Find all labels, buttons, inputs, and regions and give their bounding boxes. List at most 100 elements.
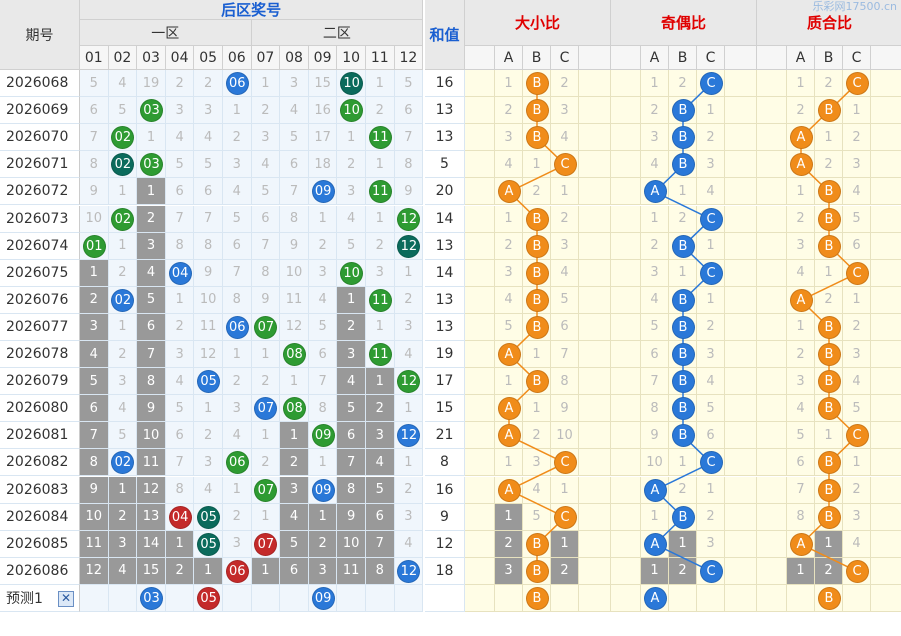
number-cell: 2 (223, 368, 252, 396)
ball-predict-s-B: B (525, 586, 549, 610)
ratio-pad (871, 178, 901, 206)
ball-number-09-2026081: 09 (311, 424, 335, 448)
ratio-pad (579, 422, 611, 450)
predict-number-cell[interactable] (394, 584, 424, 612)
ball-p-A-2026085: A (789, 532, 813, 556)
predict-ratio-cell[interactable] (697, 584, 725, 612)
number-cell: 3 (223, 395, 252, 423)
missed-count: 1 (175, 536, 184, 552)
predict-pad (465, 584, 495, 612)
missed-count-cell: 2 (80, 286, 109, 314)
ratio-cell: 2 (641, 97, 669, 125)
predict-number-cell[interactable] (223, 584, 252, 612)
missed-count-cell: 2 (137, 205, 166, 233)
ball-p-B-2026078: B (817, 343, 841, 367)
predict-close-button[interactable]: ✕ (58, 590, 74, 607)
sum-cell: 12 (425, 530, 465, 558)
missed-count-cell: 1 (337, 286, 366, 314)
predict-ratio-cell[interactable] (787, 584, 815, 612)
ratio-pad (611, 476, 641, 504)
ratio-cell: 3 (843, 503, 871, 531)
ball-p-A-2026076: A (789, 288, 813, 312)
header-number-04: 04 (165, 46, 195, 70)
predict-ratio-cell[interactable] (843, 584, 871, 612)
missed-count: 9 (89, 482, 98, 498)
header-sum: 和值 (425, 0, 465, 70)
row-period-2026085: 2026085 (0, 530, 80, 558)
header-odd-even-pad-left (611, 46, 641, 70)
predict-number-cell[interactable] (165, 584, 195, 612)
number-cell: 4 (337, 205, 366, 233)
predict-number-cell[interactable] (366, 584, 395, 612)
ball-number-03-2026069: 03 (140, 99, 163, 123)
ball-p-C-2026086: C (845, 559, 869, 583)
ratio-pad (871, 368, 901, 396)
ratio-cell: 3 (523, 449, 551, 477)
ratio-pad (611, 368, 641, 396)
missed-count: 1 (118, 482, 127, 498)
missed-count: 5 (89, 373, 98, 389)
predict-number-cell[interactable] (108, 584, 138, 612)
number-cell: 3 (251, 124, 281, 152)
ball-o-C-2026075: C (699, 261, 723, 285)
ratio-pad (725, 178, 757, 206)
ratio-cell: 4 (551, 124, 579, 152)
ratio-cell: 4 (787, 395, 815, 423)
number-cell: 8 (194, 232, 223, 260)
ratio-pad (579, 259, 611, 287)
number-cell: 7 (251, 232, 281, 260)
ratio-pad (871, 205, 901, 233)
header-odd-even-pad-right (725, 46, 757, 70)
missed-count: 4 (118, 563, 127, 579)
missed-count: 2 (118, 509, 127, 525)
ratio-pad (757, 205, 787, 233)
ball-p-C-2026081: C (845, 424, 869, 448)
missed-count-cell: 9 (80, 476, 109, 504)
missed-count-cell: 1 (137, 178, 166, 206)
ratio-pad (757, 368, 787, 396)
predict-ratio-cell[interactable] (495, 584, 523, 612)
ratio-cell: 2 (815, 151, 843, 179)
header-zone2: 二区 (251, 20, 424, 46)
ratio-cell: 6 (843, 232, 871, 260)
predict-number-cell[interactable] (80, 584, 109, 612)
predict-ratio-cell[interactable] (669, 584, 697, 612)
missed-count: 12 (85, 563, 103, 579)
ball-o-B-2026077: B (671, 315, 695, 339)
missed-count: 4 (89, 346, 98, 362)
missed-count-cell: 2 (108, 503, 138, 531)
missed-count-cell: 15 (137, 557, 166, 585)
number-cell: 10 (194, 286, 223, 314)
ratio-cell: 5 (495, 313, 523, 341)
missed-count: 11 (142, 454, 160, 470)
ratio-cell: 2 (697, 124, 725, 152)
ratio-cell: 1 (641, 205, 669, 233)
sum-cell: 17 (425, 368, 465, 396)
ball-p-B-2026077: B (817, 315, 841, 339)
missed-count: 11 (342, 563, 360, 579)
missed-count-cell: 4 (108, 557, 138, 585)
ratio-cell: 2 (669, 557, 697, 585)
ratio-cell: 2 (669, 70, 697, 98)
ratio-pad (579, 503, 611, 531)
predict-number-cell[interactable] (337, 584, 366, 612)
ratio-cell: 1 (495, 368, 523, 396)
sum-cell: 13 (425, 313, 465, 341)
missed-count: 6 (375, 509, 384, 525)
predict-number-cell[interactable] (251, 584, 281, 612)
ratio-cell: 4 (641, 286, 669, 314)
predict-number-cell[interactable] (280, 584, 309, 612)
ball-p-C-2026075: C (845, 261, 869, 285)
predict-ratio-cell[interactable] (551, 584, 579, 612)
ratio-cell: 1 (697, 476, 725, 504)
ratio-cell: 1 (641, 503, 669, 531)
row-period-2026069: 2026069 (0, 97, 80, 125)
ratio-cell: 9 (551, 395, 579, 423)
ball-number-09-2026072: 09 (311, 180, 335, 204)
sum-cell: 16 (425, 70, 465, 98)
ratio-cell: 7 (551, 341, 579, 369)
ratio-pad (757, 341, 787, 369)
header-prime-ratio-pad-left (757, 46, 787, 70)
ratio-cell: 1 (669, 449, 697, 477)
ratio-pad (611, 557, 641, 585)
